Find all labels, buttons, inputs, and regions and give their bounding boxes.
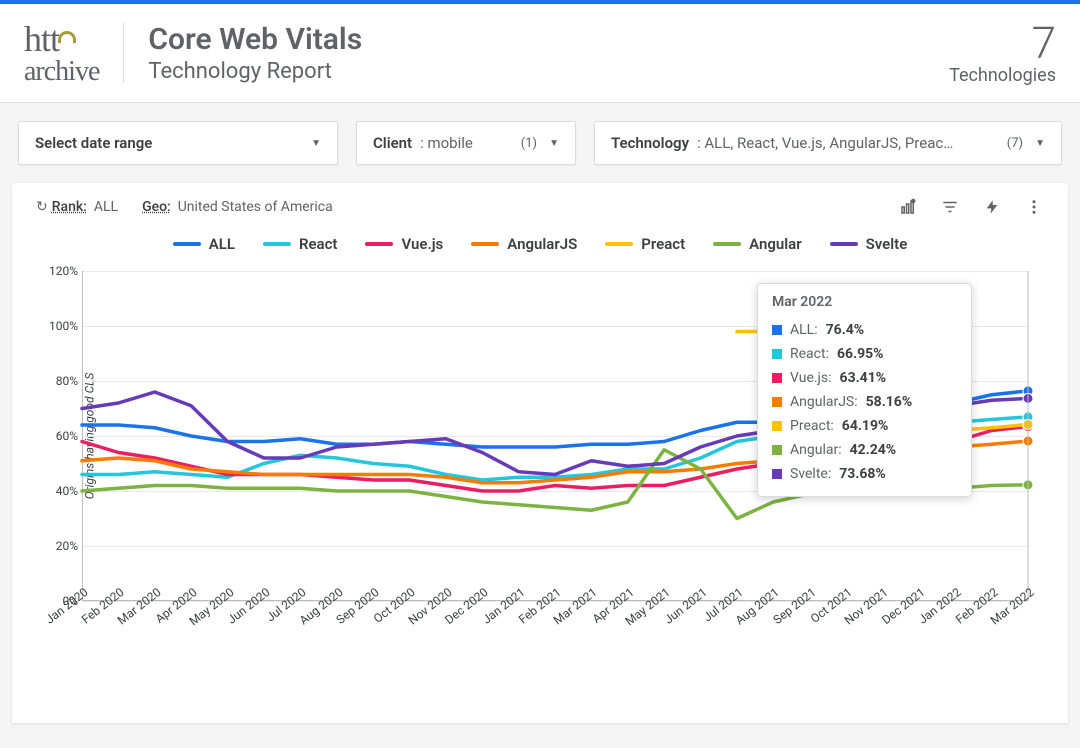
legend-label: Angular (749, 235, 801, 253)
legend-swatch (173, 242, 201, 246)
tooltip-value: 63.41% (840, 370, 887, 386)
legend-item[interactable]: Svelte (830, 235, 908, 253)
chart-card: ↺Rank: ALL Geo: United States of America… (12, 183, 1068, 723)
legend-item[interactable]: ALL (173, 235, 235, 253)
tooltip-row: ALL: 76.4% (772, 318, 957, 342)
legend-swatch (830, 242, 858, 246)
technology-label: Technology (611, 134, 689, 152)
tooltip-value: 58.16% (866, 394, 913, 410)
page-header: htt archive Core Web Vitals Technology R… (0, 4, 1080, 103)
page-subtitle: Technology Report (148, 59, 925, 84)
legend-item[interactable]: Angular (713, 235, 801, 253)
y-tick: 60% (38, 429, 78, 443)
legend-swatch (605, 242, 633, 246)
chevron-down-icon: ▼ (549, 138, 559, 149)
tooltip-title: Mar 2022 (772, 294, 957, 310)
tooltip-row: Vue.js: 63.41% (772, 366, 957, 390)
y-tick: 40% (38, 484, 78, 498)
tooltip-value: 76.4% (826, 322, 865, 338)
legend-item[interactable]: AngularJS (471, 235, 577, 253)
x-axis: Jan 2020Feb 2020Mar 2020Apr 2020May 2020… (82, 585, 1028, 645)
legend-label: Preact (641, 235, 685, 253)
legend-item[interactable]: React (263, 235, 338, 253)
legend-item[interactable]: Vue.js (365, 235, 443, 253)
technology-count: 7 Technologies (949, 21, 1056, 86)
header-divider (123, 23, 124, 83)
tooltip-series-name: Preact: (790, 418, 834, 434)
tooltip-series-name: Vue.js: (790, 370, 832, 386)
legend-swatch (263, 242, 291, 246)
tooltip-value: 66.95% (837, 346, 884, 362)
legend-swatch (713, 242, 741, 246)
client-label: Client (373, 134, 412, 152)
legend-swatch (471, 242, 499, 246)
technology-filter[interactable]: Technology : ALL, React, Vue.js, Angular… (594, 121, 1062, 165)
tooltip-swatch (772, 421, 782, 431)
tooltip-row: Preact: 64.19% (772, 414, 957, 438)
chevron-down-icon: ▼ (311, 138, 321, 149)
rank-filter[interactable]: ↺Rank: ALL (36, 199, 118, 215)
client-filter[interactable]: Client : mobile (1) ▼ (356, 121, 576, 165)
date-range-filter[interactable]: Select date range ▼ (18, 121, 338, 165)
chart-tooltip: Mar 2022 ALL: 76.4%React: 66.95%Vue.js: … (757, 283, 972, 497)
chart-legend: ALL React Vue.js AngularJS Preact Angular Svel… (12, 225, 1068, 259)
httparchive-logo: htt archive (24, 18, 99, 88)
legend-item[interactable]: Preact (605, 235, 685, 253)
client-count: (1) (521, 136, 537, 151)
y-tick: 80% (38, 374, 78, 388)
more-options-icon[interactable] (1024, 197, 1044, 217)
chevron-down-icon: ▼ (1035, 138, 1045, 149)
tooltip-value: 73.68% (839, 466, 886, 482)
filter-bar: Select date range ▼ Client : mobile (1) … (0, 103, 1080, 183)
count-label: Technologies (949, 65, 1056, 86)
technology-value: : ALL, React, Vue.js, AngularJS, Preac… (697, 134, 953, 152)
legend-label: ALL (209, 235, 235, 253)
lightning-icon[interactable] (982, 197, 1002, 217)
legend-swatch (365, 242, 393, 246)
tooltip-row: Svelte: 73.68% (772, 462, 957, 486)
tooltip-swatch (772, 469, 782, 479)
client-value: : mobile (420, 134, 473, 152)
legend-label: Vue.js (401, 235, 443, 253)
count-value: 7 (949, 21, 1056, 65)
legend-label: React (299, 235, 338, 253)
tooltip-series-name: AngularJS: (790, 394, 858, 410)
chart-settings-icon[interactable] (898, 197, 918, 217)
tooltip-row: AngularJS: 58.16% (772, 390, 957, 414)
tooltip-swatch (772, 325, 782, 335)
tooltip-series-name: React: (790, 346, 829, 362)
tooltip-row: React: 66.95% (772, 342, 957, 366)
tooltip-value: 42.24% (850, 442, 897, 458)
filter-icon[interactable] (940, 197, 960, 217)
tooltip-swatch (772, 445, 782, 455)
chart-sub-filters: ↺Rank: ALL Geo: United States of America (12, 197, 1068, 225)
tooltip-row: Angular: 42.24% (772, 438, 957, 462)
date-range-label: Select date range (35, 134, 152, 152)
tooltip-series-name: ALL: (790, 322, 818, 338)
tooltip-swatch (772, 397, 782, 407)
legend-label: AngularJS (507, 235, 577, 253)
undo-icon: ↺ (36, 199, 48, 215)
technology-count-badge: (7) (1007, 136, 1023, 151)
y-tick: 100% (38, 319, 78, 333)
y-tick: 120% (38, 264, 78, 278)
page-title: Core Web Vitals (148, 22, 925, 57)
geo-filter[interactable]: Geo: United States of America (142, 199, 333, 215)
y-tick: 20% (38, 539, 78, 553)
tooltip-series-name: Svelte: (790, 466, 831, 482)
tooltip-swatch (772, 373, 782, 383)
legend-label: Svelte (866, 235, 908, 253)
tooltip-series-name: Angular: (790, 442, 842, 458)
tooltip-swatch (772, 349, 782, 359)
tooltip-value: 64.19% (842, 418, 889, 434)
